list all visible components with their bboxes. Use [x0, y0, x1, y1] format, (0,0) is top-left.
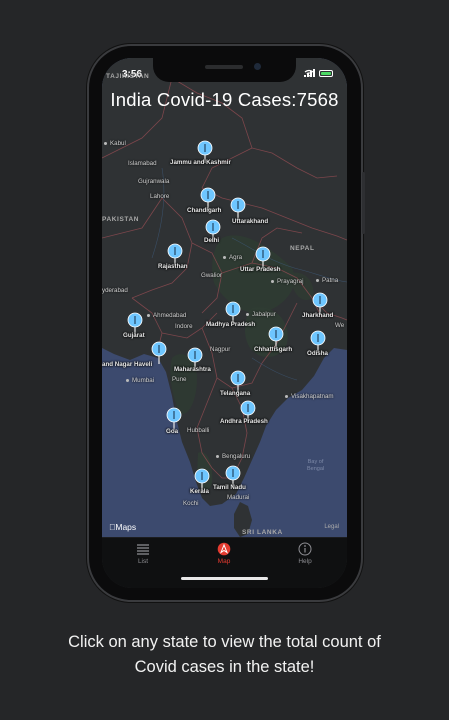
state-label[interactable]: Chandigarh	[187, 207, 221, 214]
page-title: India Covid-19 Cases:7568	[110, 89, 339, 110]
phone-notch	[153, 58, 296, 82]
wifi-icon	[304, 69, 314, 77]
state-label[interactable]: Odisha	[307, 350, 328, 357]
city-mumbai: Mumbai	[126, 377, 154, 384]
city-gujranwala: Gujranwala	[138, 178, 170, 185]
state-label[interactable]: Andhra Pradesh	[220, 418, 268, 425]
tab-help[interactable]: Help	[275, 542, 335, 565]
city-islamabad: Islamabad	[128, 160, 157, 167]
list-icon	[137, 544, 149, 555]
city-ahmedabad: Ahmedabad	[147, 312, 186, 319]
state-label[interactable]: Maharashtra	[174, 366, 211, 373]
state-label[interactable]: Delhi	[204, 237, 219, 244]
state-label[interactable]: Kerala	[190, 488, 209, 495]
city-bengaluru: Bengaluru	[216, 453, 250, 460]
state-label[interactable]: Rajasthan	[158, 263, 188, 270]
sea-label-bay-of-bengal: Bay of Bengal	[307, 459, 325, 472]
state-label[interactable]: and Nagar Haveli	[102, 361, 152, 368]
caption-line-1: Click on any state to view the total cou…	[68, 633, 381, 651]
caption-line-2: Covid cases in the state!	[134, 658, 315, 676]
speaker-grille	[205, 65, 243, 69]
city-yangon-edge: We	[335, 322, 345, 329]
city-jabalpur: Jabalpur	[246, 311, 276, 318]
info-icon	[298, 542, 312, 556]
state-label[interactable]: Gujarat	[123, 332, 145, 339]
home-indicator[interactable]	[181, 577, 268, 580]
state-label[interactable]: Madhya Pradesh	[206, 321, 255, 328]
status-icons	[304, 69, 333, 77]
map-compass-icon	[217, 542, 231, 556]
tab-list-label: List	[137, 558, 149, 565]
city-lahore: Lahore	[150, 193, 170, 200]
city-nagpur: Nagpur	[210, 346, 231, 353]
battery-icon	[319, 69, 333, 77]
state-label[interactable]: Uttar Pradesh	[240, 266, 281, 273]
city-indore: Indore	[175, 323, 193, 330]
app-screen: 3:56 India Covid-19 Cases:7568 TAJIKISTA…	[102, 58, 347, 588]
country-label-nepal: NEPAL	[290, 245, 315, 252]
state-label[interactable]: Chhattisgarh	[254, 346, 292, 353]
state-label[interactable]: Tamil Nadu	[213, 484, 246, 491]
maps-attribution-text: Maps	[109, 522, 136, 532]
city-kabul: Kabul	[104, 140, 126, 147]
city-visakhapatnam: Visakhapatnam	[285, 393, 334, 400]
tab-bar: List Map Help	[102, 537, 347, 588]
city-gwalior: Gwalior	[201, 272, 222, 279]
phone-side-button	[362, 172, 365, 234]
city-prayagraj: Prayagraj	[271, 278, 303, 285]
tab-map-label: Map	[217, 558, 231, 565]
country-label-pakistan: PAKISTAN	[102, 216, 140, 223]
tab-list[interactable]: List	[113, 542, 173, 565]
apple-maps-attribution[interactable]: Maps	[109, 522, 136, 532]
state-label[interactable]: Jammu and Kashmir	[170, 159, 231, 166]
state-label[interactable]: Telangana	[220, 390, 250, 397]
city-patna: Patna	[316, 277, 338, 284]
state-label[interactable]: Uttarakhand	[232, 218, 268, 225]
city-kochi: Kochi	[183, 500, 199, 507]
city-hubballi: Hubballi	[187, 427, 210, 434]
city-hyderabad-pk: yderabad	[102, 287, 128, 294]
tab-help-label: Help	[298, 558, 312, 565]
country-label-tajikistan: TAJIKISTAN	[106, 73, 150, 80]
tab-map[interactable]: Map	[194, 542, 254, 565]
state-label[interactable]: Jharkhand	[302, 312, 333, 319]
india-map[interactable]: 3:56 India Covid-19 Cases:7568 TAJIKISTA…	[102, 58, 347, 537]
instruction-caption: Click on any state to view the total cou…	[0, 630, 449, 680]
front-camera	[254, 63, 261, 70]
state-label[interactable]: Goa	[166, 428, 178, 435]
country-label-sri-lanka: SRI LANKA	[242, 529, 283, 536]
city-pune: Pune	[172, 376, 187, 383]
city-madurai: Madurai	[227, 494, 250, 501]
legal-link[interactable]: Legal	[324, 524, 339, 530]
city-agra: Agra	[223, 254, 242, 261]
state-pin-icon[interactable]	[151, 341, 167, 365]
